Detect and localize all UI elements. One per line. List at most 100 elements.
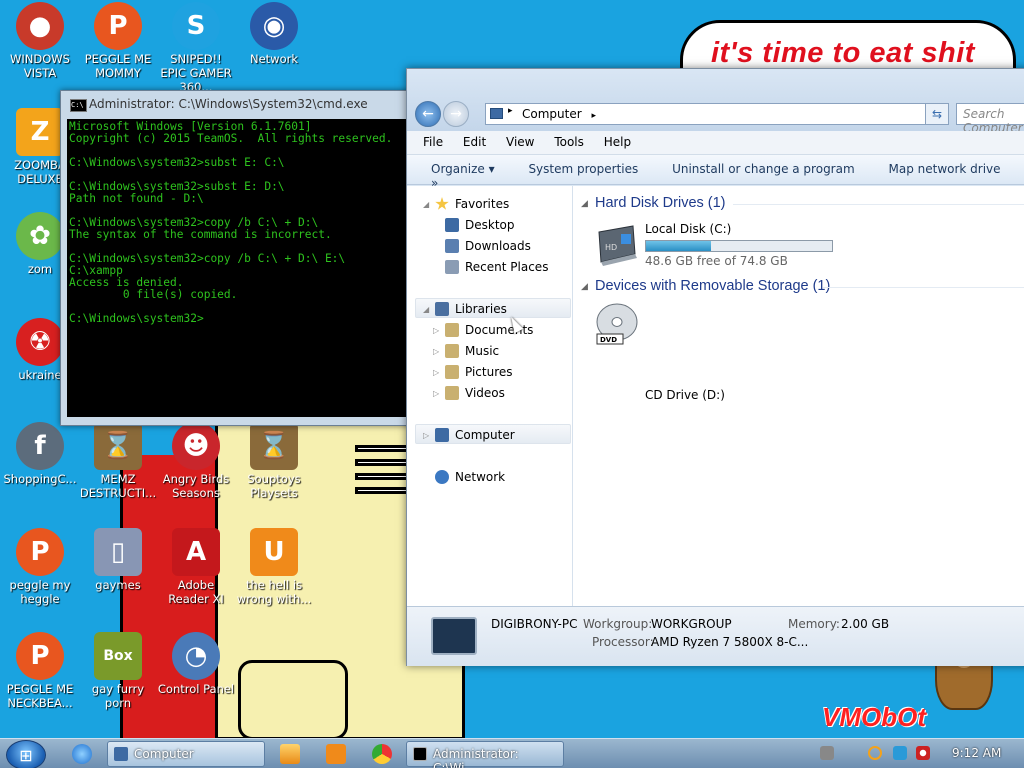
local-disk-usage-bar — [645, 240, 833, 252]
app-icon: U — [250, 528, 298, 576]
nav-videos[interactable]: Videos — [445, 383, 505, 403]
menu-help[interactable]: Help — [604, 135, 631, 149]
documents-expand-icon[interactable]: ▷ — [433, 326, 439, 335]
tray-volume-icon[interactable] — [916, 746, 930, 760]
explorer-address-area: ← → ▸ Computer ▸ ▼ ⇆ Search Computer — [407, 69, 1024, 135]
tray-search-icon[interactable] — [868, 746, 882, 760]
nav-favorites[interactable]: Favorites — [435, 194, 509, 214]
desktop-icon-control-panel[interactable]: ◔ Control Panel — [156, 632, 236, 696]
processor-label: Processor: — [592, 635, 654, 649]
explorer-window[interactable]: ← → ▸ Computer ▸ ▼ ⇆ Search Computer Fil… — [406, 68, 1024, 666]
libraries-collapse-icon[interactable]: ◢ — [423, 305, 429, 314]
desktop-icon-memz-destructi[interactable]: ⌛ MEMZ DESTRUCTI... — [78, 422, 158, 500]
desktop-icon-peggle-me-mommy[interactable]: P PEGGLE ME MOMMY — [78, 2, 158, 80]
console-line: C:\Windows\system32> — [69, 312, 204, 325]
nav-pictures[interactable]: Pictures — [445, 362, 513, 382]
taskbar-cmd-button[interactable]: Administrator: C:\Wi... — [406, 741, 564, 768]
desktop-icon-the-hell-is-wrong-with[interactable]: Uthe hell is wrong with... — [234, 528, 314, 606]
desktop-icon-sniped-epic-gamer-360[interactable]: S SNIPED!! EPIC GAMER 360... — [156, 2, 236, 94]
forward-button[interactable]: → — [443, 101, 469, 127]
refresh-icon: ⇆ — [931, 107, 943, 121]
app-icon: ⌛ — [94, 422, 142, 470]
nav-documents-label: Documents — [465, 323, 534, 337]
back-button[interactable]: ← — [415, 101, 441, 127]
videos-expand-icon[interactable]: ▷ — [433, 389, 439, 398]
internet-explorer-icon[interactable] — [72, 744, 92, 764]
desktop-icon-peggle-my-heggle[interactable]: Ppeggle my heggle — [0, 528, 80, 606]
clock[interactable]: 9:12 AM — [952, 746, 1001, 760]
desktop-icon-gaymes[interactable]: ▯ gaymes — [78, 528, 158, 592]
menu-tools[interactable]: Tools — [554, 135, 584, 149]
local-disk-name[interactable]: Local Disk (C:) — [645, 222, 731, 236]
hdd-group-collapse-icon[interactable]: ◢ — [581, 199, 588, 209]
console-line: The syntax of the command is incorrect. — [69, 228, 332, 241]
local-disk-usage-fill — [646, 241, 712, 251]
app-icon: ⌛ — [250, 422, 298, 470]
desktop-icon-shoppingc[interactable]: f ShoppingC... — [0, 422, 80, 486]
memory-label: Memory: — [788, 617, 840, 631]
nav-recent-places[interactable]: Recent Places — [445, 257, 548, 277]
chrome-icon[interactable] — [372, 744, 392, 764]
cmd-titlebar[interactable]: Administrator: C:\Windows\System32\cmd.e… — [61, 91, 419, 119]
desktop-icon-windows-vista[interactable]: ● WINDOWS VISTA — [0, 2, 80, 80]
processor-value: AMD Ryzen 7 5800X 8-C... — [651, 635, 809, 649]
pictures-expand-icon[interactable]: ▷ — [433, 368, 439, 377]
cd-drive-icon: DVD — [593, 302, 641, 346]
cmd-console-output[interactable]: Microsoft Windows [Version 6.1.7601] Copy… — [67, 119, 419, 417]
system-properties-button[interactable]: System properties — [528, 162, 638, 176]
nav-computer[interactable]: Computer — [435, 425, 515, 445]
desktop-icon-adobe-reader-xi[interactable]: A Adobe Reader XI — [156, 528, 236, 606]
tray-network-icon[interactable] — [893, 746, 907, 760]
nav-downloads[interactable]: Downloads — [445, 236, 531, 256]
computer-expand-icon[interactable]: ▷ — [423, 431, 429, 440]
search-input[interactable]: Search Computer — [956, 103, 1024, 135]
nav-network[interactable]: Network — [435, 467, 505, 487]
console-line: Path not found - D:\ — [69, 192, 204, 205]
recent-places-icon — [445, 260, 459, 274]
desktop-icon-gay-furry-porn[interactable]: Box gay furry porn — [78, 632, 158, 710]
removable-group-collapse-icon[interactable]: ◢ — [581, 282, 588, 292]
desktop-icon-label: Adobe Reader XI — [168, 578, 224, 606]
breadcrumb-computer[interactable]: Computer — [522, 107, 582, 121]
refresh-button[interactable]: ⇆ — [925, 103, 949, 125]
documents-icon — [445, 323, 459, 337]
desktop-icon-label: PEGGLE ME NECKBEA... — [6, 682, 74, 710]
map-network-drive-button[interactable]: Map network drive — [888, 162, 1000, 176]
forward-arrow-icon: → — [450, 106, 462, 122]
app-icon: f — [16, 422, 64, 470]
computer-icon — [114, 747, 128, 761]
wallpaper-hand-shape — [238, 660, 348, 740]
organize-button[interactable]: Organize ▾ — [431, 162, 495, 176]
media-player-icon[interactable] — [280, 744, 300, 764]
nav-music[interactable]: Music — [445, 341, 499, 361]
command-bar: Organize ▾ System properties Uninstall o… — [407, 155, 1024, 190]
desktop-icon-label: WINDOWS VISTA — [10, 52, 70, 80]
uninstall-program-button[interactable]: Uninstall or change a program — [672, 162, 855, 176]
nav-libraries[interactable]: Libraries — [435, 299, 507, 319]
computer-icon — [435, 428, 449, 442]
pc-name: DIGIBRONY-PC — [491, 617, 578, 631]
taskbar-explorer-button[interactable]: Computer — [107, 741, 265, 767]
star-icon — [435, 197, 449, 210]
address-bar[interactable]: ▸ Computer ▸ ▼ — [485, 103, 949, 125]
downloads-icon — [445, 239, 459, 253]
menu-view[interactable]: View — [506, 135, 534, 149]
start-button[interactable]: ⊞ — [6, 740, 46, 768]
cd-drive-name[interactable]: CD Drive (D:) — [645, 388, 725, 402]
uc-browser-icon[interactable] — [326, 744, 346, 764]
nav-desktop[interactable]: Desktop — [445, 215, 515, 235]
cmd-window[interactable]: Administrator: C:\Windows\System32\cmd.e… — [60, 90, 420, 426]
tray-device-icon[interactable] — [820, 746, 834, 760]
menu-edit[interactable]: Edit — [463, 135, 486, 149]
desktop-icon-label: Souptoys Playsets — [247, 472, 301, 500]
favorites-collapse-icon[interactable]: ◢ — [423, 200, 429, 209]
back-arrow-icon: ← — [422, 106, 434, 122]
hdd-group-header[interactable]: Hard Disk Drives (1) — [595, 195, 726, 211]
menu-file[interactable]: File — [423, 135, 443, 149]
desktop-icon-souptoys-playsets[interactable]: ⌛ Souptoys Playsets — [234, 422, 314, 500]
desktop-icon-peggle-me-neckbea[interactable]: P PEGGLE ME NECKBEA... — [0, 632, 80, 710]
removable-group-header[interactable]: Devices with Removable Storage (1) — [595, 278, 830, 294]
music-expand-icon[interactable]: ▷ — [433, 347, 439, 356]
desktop-icon-network[interactable]: ◉ Network — [234, 2, 314, 66]
desktop-icon-angry-birds-seasons[interactable]: ☻ Angry Birds Seasons — [156, 422, 236, 500]
